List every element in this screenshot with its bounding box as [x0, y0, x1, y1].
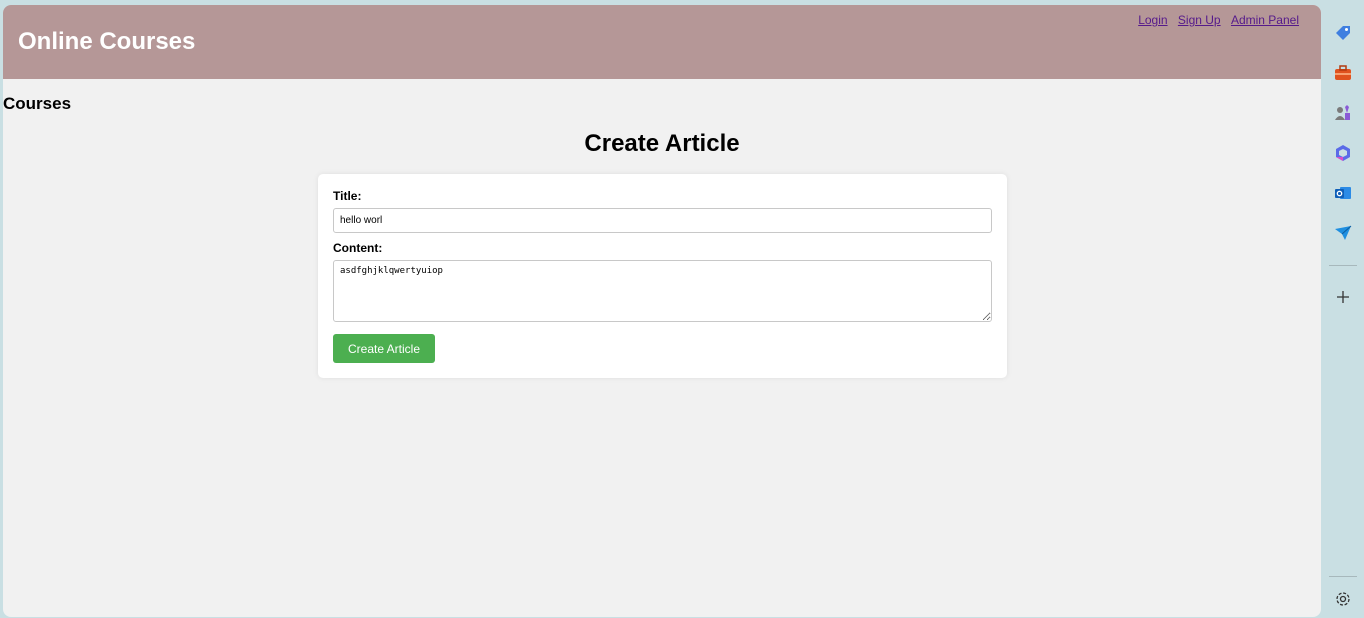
create-article-form: Title: Content: asdfghjklqwertyuiop Crea…	[318, 174, 1007, 378]
signup-link[interactable]: Sign Up	[1178, 13, 1221, 27]
toolbox-icon[interactable]	[1333, 63, 1353, 83]
settings-icon[interactable]	[1333, 589, 1353, 609]
courses-heading: Courses	[3, 94, 72, 113]
copilot-icon[interactable]	[1333, 143, 1353, 163]
title-input[interactable]	[333, 208, 992, 233]
page-viewport: Online Courses Login Sign Up Admin Panel…	[3, 5, 1321, 617]
title-label: Title:	[333, 189, 362, 203]
page-title: Create Article	[584, 130, 740, 157]
create-article-button[interactable]: Create Article	[333, 334, 435, 363]
header-nav: Login Sign Up Admin Panel	[1131, 13, 1299, 27]
add-icon[interactable]	[1333, 287, 1353, 307]
content-textarea[interactable]: asdfghjklqwertyuiop	[333, 260, 992, 322]
content-label: Content:	[333, 241, 383, 255]
site-title: Online Courses	[18, 28, 196, 55]
people-icon[interactable]	[1333, 103, 1353, 123]
sidebar-divider	[1329, 265, 1357, 266]
site-header: Online Courses Login Sign Up Admin Panel	[3, 5, 1321, 79]
outlook-icon[interactable]	[1333, 183, 1353, 203]
login-link[interactable]: Login	[1138, 13, 1167, 27]
browser-sidebar	[1322, 0, 1364, 618]
sidebar-divider-bottom	[1329, 576, 1357, 577]
tag-icon[interactable]	[1333, 23, 1353, 43]
admin-panel-link[interactable]: Admin Panel	[1231, 13, 1299, 27]
send-icon[interactable]	[1333, 223, 1353, 243]
